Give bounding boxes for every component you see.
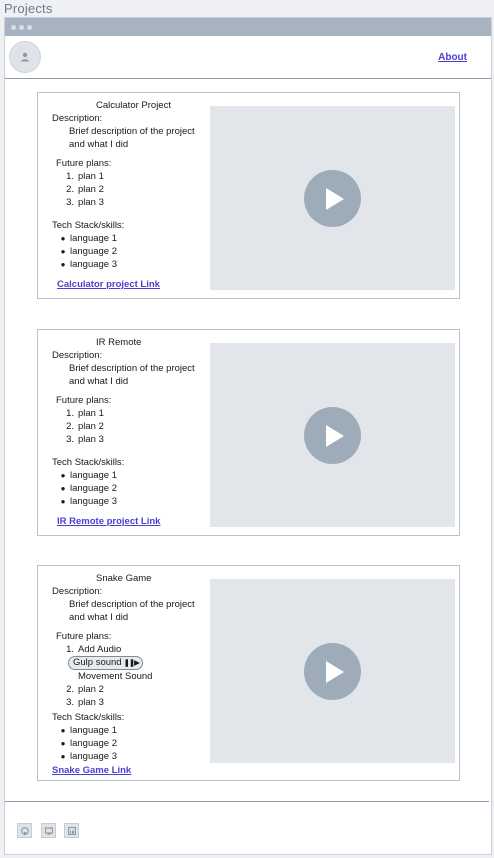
- skill-item: ● language 3: [57, 495, 117, 508]
- description-label: Description:: [52, 350, 103, 361]
- plan-item: 1. plan 1: [66, 171, 104, 182]
- window-dot-icon: [19, 25, 24, 30]
- future-plans-label: Future plans:: [56, 631, 112, 642]
- avatar[interactable]: [9, 41, 41, 73]
- github-icon[interactable]: [17, 823, 32, 838]
- project-title: Calculator Project: [96, 100, 171, 111]
- plan-item: 2. plan 2: [66, 184, 104, 195]
- browser-window: About Calculator Project Description: Br…: [4, 17, 492, 855]
- project-description: Brief description of the project and wha…: [69, 599, 195, 623]
- project-card-calculator: Calculator Project Description: Brief de…: [37, 92, 460, 299]
- tech-stack-label: Tech Stack/skills:: [52, 712, 125, 723]
- bullet-icon: ●: [60, 497, 66, 506]
- window-titlebar: [5, 18, 491, 36]
- about-link[interactable]: About: [438, 52, 467, 63]
- skills-list: ● language 1 ● language 2 ● language 3: [57, 724, 117, 763]
- user-icon: [21, 52, 29, 62]
- project-description: Brief description of the project and wha…: [69, 126, 195, 150]
- play-button[interactable]: [304, 170, 361, 227]
- navbar: About: [5, 36, 491, 79]
- plan-item: 1. Add Audio: [66, 644, 122, 655]
- future-plans-label: Future plans:: [56, 395, 112, 406]
- window-dot-icon: [11, 25, 16, 30]
- description-label: Description:: [52, 586, 103, 597]
- skills-list: ● language 1 ● language 2 ● language 3: [57, 232, 117, 271]
- project-card-snake-game: Snake Game Description: Brief descriptio…: [37, 565, 460, 781]
- ir-remote-project-link[interactable]: IR Remote project Link: [57, 515, 160, 528]
- skill-item: ● language 1: [57, 469, 117, 482]
- bullet-icon: ●: [60, 752, 66, 761]
- future-plans-list: 1. plan 1 2. plan 2 3. plan 3: [57, 407, 104, 446]
- project-info: Calculator Project Description: Brief de…: [38, 93, 208, 298]
- plan-item: 1. plan 1: [66, 408, 104, 419]
- project-card-ir-remote: IR Remote Description: Brief description…: [37, 329, 460, 536]
- project-description: Brief description of the project and wha…: [69, 363, 195, 387]
- bullet-icon: ●: [60, 484, 66, 493]
- bullet-icon: ●: [60, 234, 66, 243]
- future-plans-label: Future plans:: [56, 158, 112, 169]
- footer-divider: [5, 801, 489, 802]
- play-icon: [326, 661, 344, 683]
- video-player[interactable]: [210, 343, 455, 527]
- audio-pill-row: Gulp sound ❚❚▶: [57, 656, 152, 670]
- linkedin-icon[interactable]: [64, 823, 79, 838]
- bullet-icon: ●: [60, 739, 66, 748]
- project-info: IR Remote Description: Brief description…: [38, 330, 208, 535]
- project-info: Snake Game Description: Brief descriptio…: [38, 566, 208, 780]
- plan-item: 3. plan 3: [66, 697, 104, 708]
- gulp-sound-audio-control[interactable]: Gulp sound ❚❚▶: [68, 656, 143, 670]
- window-dot-icon: [27, 25, 32, 30]
- skill-item: ● language 3: [57, 750, 117, 763]
- plan-subitem: Movement Sound: [78, 671, 153, 682]
- bullet-icon: ●: [60, 726, 66, 735]
- future-plans-list: 1. plan 1 2. plan 2 3. plan 3: [57, 170, 104, 209]
- tech-stack-label: Tech Stack/skills:: [52, 457, 125, 468]
- skill-item: ● language 3: [57, 258, 117, 271]
- bullet-icon: ●: [60, 260, 66, 269]
- play-button[interactable]: [304, 407, 361, 464]
- play-icon: [326, 188, 344, 210]
- page-title: Projects: [4, 1, 53, 16]
- future-plans-list: 1. Add Audio Gulp sound ❚❚▶ Movement Sound…: [57, 643, 152, 709]
- bullet-icon: ●: [60, 247, 66, 256]
- skill-item: ● language 2: [57, 245, 117, 258]
- plan-item: 2. plan 2: [66, 684, 104, 695]
- portfolio-icon[interactable]: [41, 823, 56, 838]
- project-title: Snake Game: [96, 573, 152, 584]
- play-icon: [326, 425, 344, 447]
- calculator-project-link[interactable]: Calculator project Link: [57, 278, 160, 291]
- pause-play-icon: ❚❚▶: [123, 658, 140, 667]
- snake-game-link[interactable]: Snake Game Link: [52, 764, 131, 777]
- skill-item: ● language 2: [57, 737, 117, 750]
- skill-item: ● language 2: [57, 482, 117, 495]
- plan-item: 3. plan 3: [66, 434, 104, 445]
- project-title: IR Remote: [96, 337, 142, 348]
- plan-item: 2. plan 2: [66, 421, 104, 432]
- skill-item: ● language 1: [57, 724, 117, 737]
- tech-stack-label: Tech Stack/skills:: [52, 220, 125, 231]
- skills-list: ● language 1 ● language 2 ● language 3: [57, 469, 117, 508]
- description-label: Description:: [52, 113, 103, 124]
- video-player[interactable]: [210, 579, 455, 763]
- bullet-icon: ●: [60, 471, 66, 480]
- play-button[interactable]: [304, 643, 361, 700]
- skill-item: ● language 1: [57, 232, 117, 245]
- plan-item: 3. plan 3: [66, 197, 104, 208]
- video-player[interactable]: [210, 106, 455, 290]
